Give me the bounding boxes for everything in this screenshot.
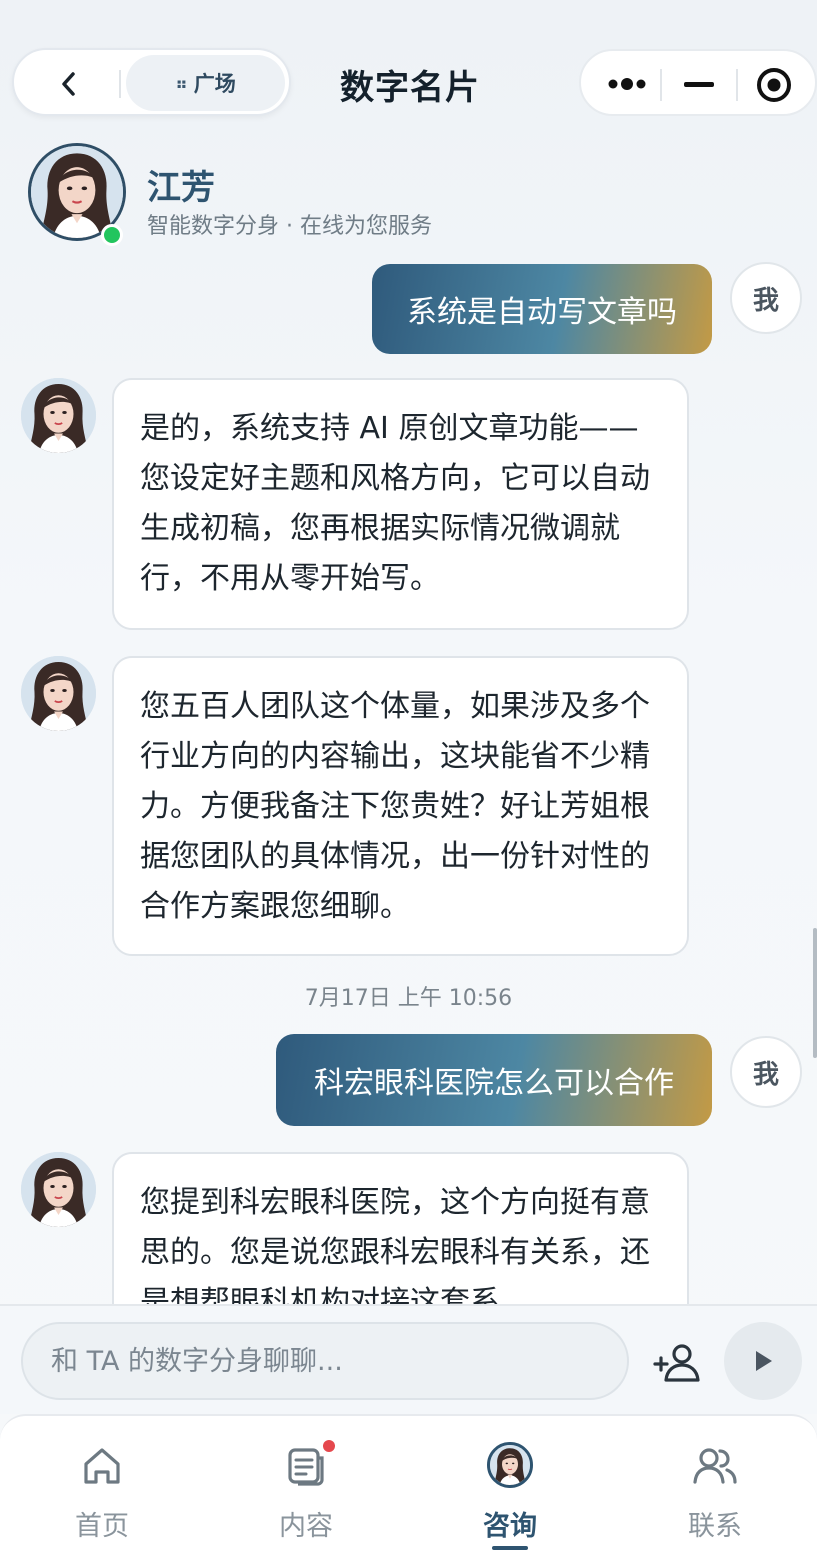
tab-label: 咨询 (483, 1511, 537, 1542)
send-icon (756, 1351, 772, 1371)
target-icon[interactable] (754, 65, 794, 105)
tab-home[interactable]: 首页 (0, 1416, 204, 1563)
add-user-icon[interactable] (652, 1342, 702, 1384)
user-message-bubble: 系统是自动写文章吗 (372, 264, 712, 354)
page-title: 数字名片 (340, 68, 480, 108)
user-message-bubble: 科宏眼科医院怎么可以合作 (276, 1034, 712, 1126)
tab-label: 首页 (75, 1511, 129, 1542)
message-timestamp: 7月17日 上午 10:56 (304, 986, 513, 1011)
capsule-divider (660, 69, 662, 101)
ai-message-bubble: 您五百人团队这个体量，如果涉及多个行业方向的内容输出，这块能省不少精力。方便我备… (112, 656, 689, 956)
message-text: 科宏眼科医院怎么可以合作 (314, 1066, 674, 1101)
grid-dots-icon: ⠶ (175, 73, 187, 93)
minimize-icon[interactable] (678, 69, 722, 99)
ai-avatar[interactable] (21, 656, 96, 731)
ai-message-bubble: 是的，系统支持 AI 原创文章功能——您设定好主题和风格方向，它可以自动生成初稿… (112, 378, 689, 630)
contacts-icon (693, 1448, 737, 1484)
active-tab-indicator (492, 1546, 528, 1550)
ai-message-bubble: 您提到科宏眼科医院，这个方向挺有意思的。您是说您跟科宏眼科有关系，还是想帮眼科机… (112, 1152, 689, 1304)
capsule-divider (736, 69, 738, 101)
bottom-tab-bar: 首页 内容 咨询 联系 (0, 1414, 817, 1563)
message-text: 系统是自动写文章吗 (407, 295, 677, 330)
profile-subtitle: 智能数字分身 · 在线为您服务 (147, 214, 432, 239)
tab-content[interactable]: 内容 (204, 1416, 408, 1563)
send-button[interactable] (724, 1322, 802, 1400)
more-dots-icon[interactable] (605, 69, 649, 99)
user-avatar-badge: 我 (730, 262, 802, 334)
message-text: 您提到科宏眼科医院，这个方向挺有意思的。您是说您跟科宏眼科有关系，还是想帮眼科机… (140, 1185, 650, 1304)
miniapp-capsule (579, 49, 817, 116)
profile-name: 江芳 (147, 168, 215, 208)
ai-avatar[interactable] (21, 378, 96, 453)
chevron-left-icon (62, 72, 75, 96)
avatar (487, 1442, 533, 1488)
tab-label: 联系 (688, 1511, 742, 1542)
square-label: 广场 (193, 72, 236, 96)
nav-pill: ⠶ 广场 (12, 48, 291, 116)
chat-list[interactable]: 系统是自动写文章吗 我 是的，系统支持 AI 原创文章功能——您设定好主题和风格… (0, 252, 817, 1304)
scrollbar[interactable] (813, 928, 817, 1058)
message-text: 是的，系统支持 AI 原创文章功能——您设定好主题和风格方向，它可以自动生成初稿… (140, 411, 650, 596)
back-button[interactable] (36, 64, 100, 104)
nav-divider (119, 70, 121, 98)
home-icon (84, 1448, 120, 1484)
online-status-dot (101, 224, 123, 246)
user-avatar-badge: 我 (730, 1036, 802, 1108)
chat-input[interactable] (21, 1322, 629, 1400)
ai-avatar[interactable] (21, 1152, 96, 1227)
tab-label: 内容 (279, 1511, 333, 1542)
square-button[interactable]: ⠶ 广场 (126, 55, 285, 111)
message-text: 您五百人团队这个体量，如果涉及多个行业方向的内容输出，这块能省不少精力。方便我备… (140, 689, 650, 924)
content-icon (288, 1448, 324, 1486)
tab-contacts[interactable]: 联系 (613, 1416, 817, 1563)
notification-dot (323, 1440, 335, 1452)
chat-input-bar (0, 1304, 817, 1414)
tab-consult[interactable]: 咨询 (408, 1416, 612, 1563)
